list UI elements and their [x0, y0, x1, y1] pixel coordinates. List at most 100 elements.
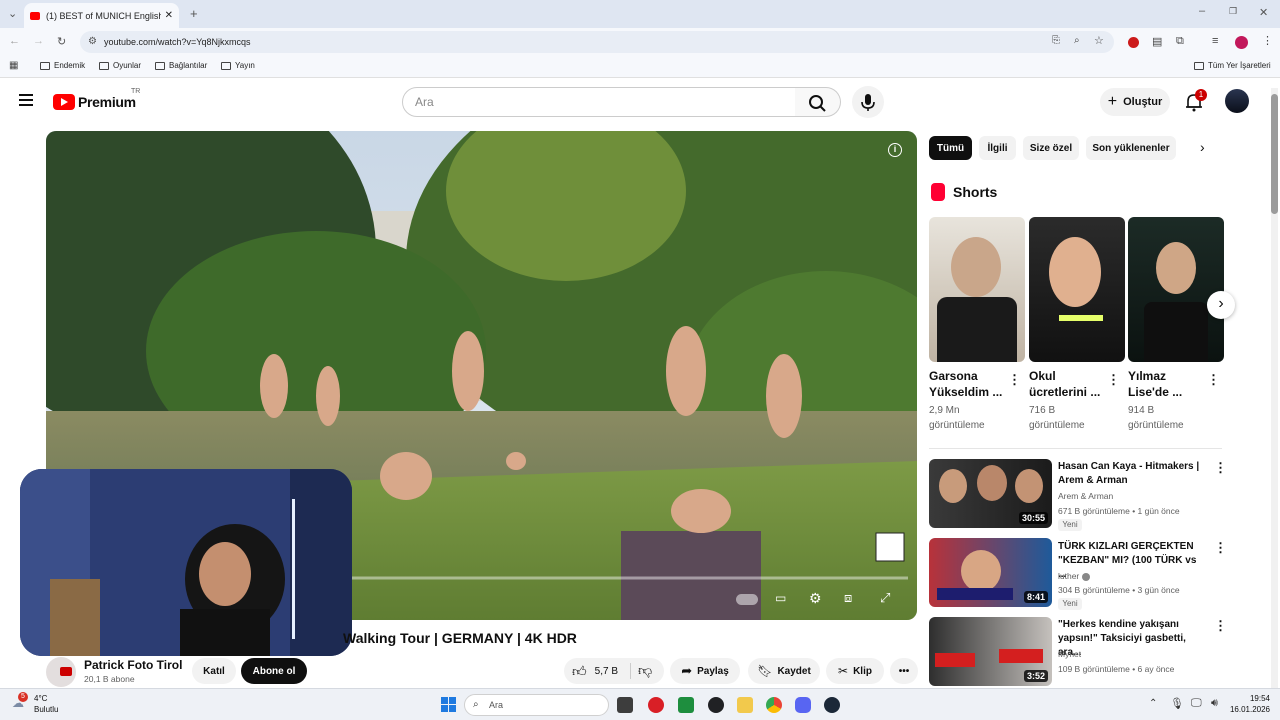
- all-bookmarks-folder[interactable]: Tüm Yer İşaretleri: [1194, 61, 1271, 70]
- filter-chip-all[interactable]: Tümü: [929, 136, 972, 160]
- autoplay-toggle[interactable]: [736, 594, 758, 605]
- short-more-icon[interactable]: ⋮: [1107, 372, 1120, 388]
- chevron-right-icon[interactable]: ›: [1200, 139, 1205, 155]
- app-icon[interactable]: [708, 697, 724, 713]
- network-icon[interactable]: 🖵︎: [1191, 697, 1202, 710]
- minimize-icon[interactable]: –: [1199, 5, 1205, 17]
- xbox-icon[interactable]: [678, 697, 694, 713]
- more-actions-button[interactable]: •••: [890, 658, 918, 684]
- subtitles-icon[interactable]: ▭: [775, 591, 786, 605]
- media-control-icon[interactable]: ≡: [1212, 35, 1218, 47]
- video-more-icon[interactable]: ⋮: [1214, 540, 1227, 556]
- bookmark-label: Tüm Yer İşaretleri: [1208, 61, 1271, 70]
- opera-icon[interactable]: [648, 697, 664, 713]
- video-card-channel[interactable]: Arem & Arman: [1058, 491, 1113, 501]
- url-field[interactable]: ⚙ youtube.com/watch?v=Yq8Njkxmcqs ⎘ ⌕ ☆: [80, 31, 1114, 53]
- create-button[interactable]: + Oluştur: [1100, 88, 1170, 116]
- back-icon[interactable]: ←: [9, 35, 20, 47]
- page-scrollbar[interactable]: [1271, 88, 1278, 688]
- close-window-icon[interactable]: ✕: [1259, 6, 1268, 19]
- tab-search-icon[interactable]: ⌄: [8, 7, 17, 20]
- search-button[interactable]: [795, 87, 841, 117]
- install-app-icon[interactable]: ⎘: [1052, 35, 1060, 46]
- close-tab-icon[interactable]: ✕: [165, 10, 173, 21]
- thumb-caption: [937, 588, 1013, 600]
- info-icon[interactable]: i: [888, 143, 902, 157]
- voice-search-button[interactable]: [852, 86, 884, 118]
- short-more-icon[interactable]: ⋮: [1008, 372, 1021, 388]
- clock[interactable]: 19:54 16.01.2026: [1226, 694, 1270, 714]
- short-thumbnail[interactable]: [1128, 217, 1224, 362]
- like-count[interactable]: 5,7 B: [595, 666, 618, 677]
- logo-text: Premium: [78, 94, 136, 110]
- search-input[interactable]: Ara: [402, 87, 796, 117]
- microphone-icon[interactable]: 🎙︎: [1170, 697, 1184, 710]
- short-title[interactable]: Garsona Yükseldim ...: [929, 368, 1002, 400]
- bookmark-folder-oyunlar[interactable]: Oyunlar: [99, 61, 141, 70]
- short-thumbnail[interactable]: [929, 217, 1025, 362]
- new-tab-icon[interactable]: +: [190, 6, 198, 21]
- site-info-icon[interactable]: ⚙: [88, 36, 97, 47]
- clip-button[interactable]: ✂ Klip: [826, 658, 884, 684]
- fullscreen-icon[interactable]: ⤢: [880, 590, 890, 606]
- bookmark-star-icon[interactable]: ☆: [1094, 34, 1104, 47]
- short-title[interactable]: Okul ücretlerini ...: [1029, 368, 1100, 400]
- profile-icon[interactable]: [1235, 36, 1248, 49]
- bookmark-folder-yayin[interactable]: Yayın: [221, 61, 255, 70]
- join-button[interactable]: Katıl: [192, 658, 236, 684]
- subscribe-button[interactable]: Abone ol: [241, 658, 307, 684]
- steam-icon[interactable]: [824, 697, 840, 713]
- video-thumbnail[interactable]: 30:55: [929, 459, 1052, 528]
- weather-condition: Bulutlu: [34, 705, 59, 714]
- save-button[interactable]: 🔖︎ Kaydet: [748, 658, 820, 684]
- thumbs-down-icon[interactable]: 👎︎: [638, 662, 652, 679]
- video-card-title[interactable]: Hasan Can Kaya - Hitmakers | Arem & Arman: [1058, 460, 1206, 488]
- shorts-next-button[interactable]: ›: [1207, 291, 1235, 319]
- miniplayer-icon[interactable]: ⧈: [844, 590, 852, 606]
- taskbar-search-input[interactable]: ⌕ Ara: [464, 694, 609, 716]
- reload-icon[interactable]: ↻: [57, 35, 66, 48]
- bookmark-folder-endemik[interactable]: Endemik: [40, 61, 85, 70]
- scrollbar-thumb[interactable]: [1271, 94, 1278, 214]
- apps-grid-icon[interactable]: ▦: [9, 60, 18, 71]
- short-more-icon[interactable]: ⋮: [1207, 372, 1220, 388]
- thumbs-up-icon[interactable]: 👍︎: [572, 663, 587, 680]
- clock-date: 16.01.2026: [1229, 705, 1270, 714]
- filter-chip-for-you[interactable]: Size özel: [1023, 136, 1079, 160]
- short-title[interactable]: Yılmaz Lise'de ...: [1128, 368, 1182, 400]
- reader-extension-icon[interactable]: ▤: [1152, 35, 1162, 48]
- share-button[interactable]: ➦ Paylaş: [670, 658, 740, 684]
- account-avatar[interactable]: [1225, 89, 1249, 113]
- forward-icon[interactable]: →: [33, 35, 44, 47]
- youtube-premium-logo[interactable]: Premium TR: [53, 88, 140, 110]
- volume-icon[interactable]: 🔊︎: [1211, 697, 1218, 710]
- short-thumbnail[interactable]: [1029, 217, 1125, 362]
- hamburger-menu-icon[interactable]: [19, 94, 33, 106]
- chrome-icon[interactable]: [766, 697, 782, 713]
- video-card-channel[interactable]: Mynet: [1058, 649, 1081, 659]
- channel-name[interactable]: Patrick Foto Tirol: [84, 658, 182, 672]
- video-thumbnail[interactable]: 3:52: [929, 617, 1052, 686]
- file-explorer-icon[interactable]: [737, 697, 753, 713]
- video-more-icon[interactable]: ⋮: [1214, 618, 1227, 634]
- browser-tab[interactable]: (1) BEST of MUNICH English Ga... ✕: [24, 3, 179, 28]
- show-hidden-icons[interactable]: ⌃: [1149, 698, 1157, 709]
- opera-extension-icon[interactable]: [1128, 37, 1139, 48]
- video-more-icon[interactable]: ⋮: [1214, 460, 1227, 476]
- video-thumbnail[interactable]: 8:41: [929, 538, 1052, 607]
- settings-gear-icon[interactable]: ⚙: [809, 590, 822, 607]
- channel-avatar[interactable]: [46, 657, 76, 687]
- discord-icon[interactable]: [795, 697, 811, 713]
- zoom-icon[interactable]: ⌕: [1074, 35, 1080, 46]
- short-views: 716 Bgörüntüleme: [1029, 405, 1085, 431]
- task-view-icon[interactable]: [617, 697, 633, 713]
- bookmark-folder-baglantilar[interactable]: Bağlantılar: [155, 61, 207, 70]
- video-card-channel[interactable]: luther: [1058, 571, 1090, 581]
- filter-chip-related[interactable]: İlgili: [979, 136, 1016, 160]
- windows-start-icon[interactable]: [441, 697, 456, 712]
- notifications-button[interactable]: 1: [1185, 89, 1207, 117]
- browser-menu-icon[interactable]: ⋮: [1262, 34, 1273, 47]
- restore-icon[interactable]: ❐: [1229, 6, 1237, 17]
- extensions-icon[interactable]: ⧉: [1176, 35, 1184, 48]
- filter-chip-recent[interactable]: Son yüklenenler: [1086, 136, 1176, 160]
